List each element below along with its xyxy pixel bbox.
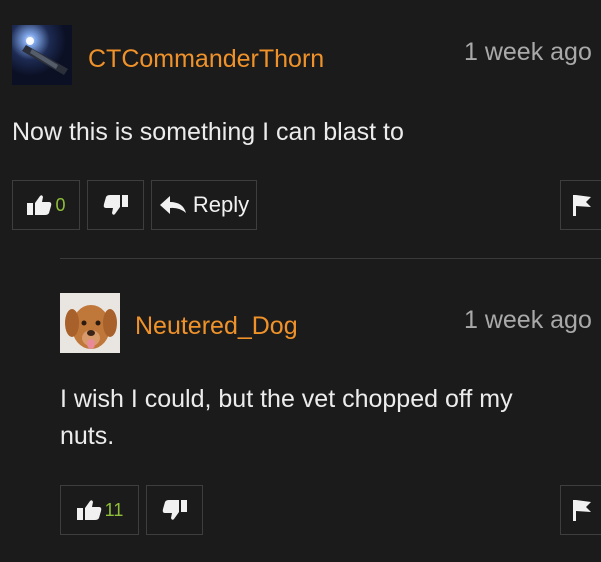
reply-comment: Neutered_Dog 1 week ago I wish I could, … xyxy=(0,259,601,562)
username[interactable]: CTCommanderThorn xyxy=(88,47,324,72)
reply-label: Reply xyxy=(192,192,250,217)
like-button[interactable]: 0 xyxy=(12,180,80,230)
timestamp: 1 week ago xyxy=(464,38,592,66)
reply-arrow-icon xyxy=(159,195,187,215)
flag-icon xyxy=(571,498,593,522)
like-count: 11 xyxy=(104,499,124,520)
like-button[interactable]: 11 xyxy=(60,485,139,535)
avatar[interactable] xyxy=(12,25,72,85)
thumbs-down-icon xyxy=(103,194,129,216)
reply-button[interactable]: Reply xyxy=(151,180,257,230)
username[interactable]: Neutered_Dog xyxy=(135,314,298,339)
flag-button[interactable] xyxy=(560,180,601,230)
avatar-image xyxy=(12,25,72,85)
like-count: 0 xyxy=(55,194,66,215)
flag-button[interactable] xyxy=(560,485,601,535)
avatar-image xyxy=(60,293,120,353)
thumbs-up-icon xyxy=(76,499,102,521)
dislike-button[interactable] xyxy=(87,180,144,230)
comment: CTCommanderThorn 1 week ago Now this is … xyxy=(0,0,601,258)
thumbs-down-icon xyxy=(162,499,188,521)
flag-icon xyxy=(571,193,593,217)
dislike-button[interactable] xyxy=(146,485,203,535)
comment-text: Now this is something I can blast to xyxy=(12,118,404,146)
thumbs-up-icon xyxy=(26,194,52,216)
comment-text: I wish I could, but the vet chopped off … xyxy=(60,385,513,450)
avatar[interactable] xyxy=(60,293,120,353)
timestamp: 1 week ago xyxy=(464,306,592,334)
